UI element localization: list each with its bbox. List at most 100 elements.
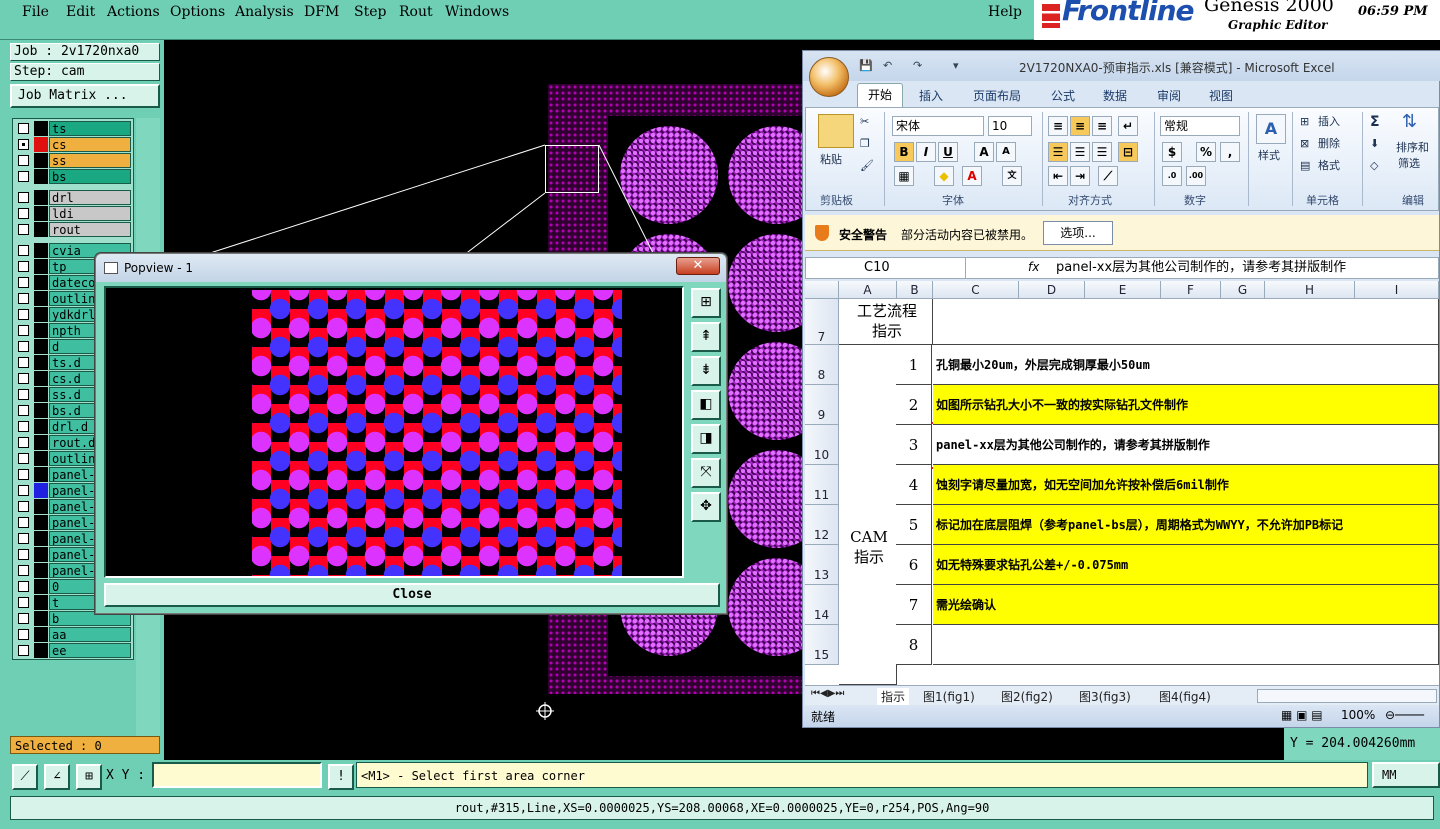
menu-edit[interactable]: Edit xyxy=(66,4,95,20)
qat-dropdown-icon[interactable]: ▾ xyxy=(953,59,969,73)
step-number-cell[interactable]: 2 xyxy=(896,385,932,425)
layer-checkbox[interactable] xyxy=(18,469,29,480)
layer-color-swatch[interactable] xyxy=(34,259,48,274)
popview-close-icon[interactable]: ✕ xyxy=(676,257,720,275)
layer-name[interactable]: ts xyxy=(49,121,131,136)
row-header[interactable]: 15 xyxy=(805,625,839,665)
delete-cells-button[interactable]: 删除 xyxy=(1318,134,1340,154)
layer-checkbox[interactable] xyxy=(18,123,29,134)
shrink-font-icon[interactable]: A xyxy=(996,142,1016,162)
layer-checkbox[interactable] xyxy=(18,581,29,592)
layer-color-swatch[interactable] xyxy=(34,291,48,306)
layer-row[interactable]: ts xyxy=(15,121,133,136)
select-all-corner[interactable] xyxy=(805,281,839,299)
menu-step[interactable]: Step xyxy=(354,4,386,20)
row-header[interactable]: 13 xyxy=(805,545,839,585)
layer-color-swatch[interactable] xyxy=(34,547,48,562)
column-header-g[interactable]: G xyxy=(1221,281,1265,299)
process-header-cell[interactable]: 工艺流程 指示 xyxy=(839,299,933,345)
instruction-cell[interactable]: 孔铜最小20um，外层完成铜厚最小50um xyxy=(933,345,1439,385)
zoom-page-down-icon[interactable]: ⇟ xyxy=(691,356,721,386)
layer-checkbox[interactable] xyxy=(18,309,29,320)
popview-titlebar[interactable]: Popview - 1 ✕ xyxy=(96,254,726,282)
layer-checkbox[interactable] xyxy=(18,171,29,182)
layer-color-swatch[interactable] xyxy=(34,611,48,626)
sort-filter-icon[interactable]: ⇅ xyxy=(1402,112,1417,132)
layer-checkbox[interactable] xyxy=(18,192,29,203)
sheet-tab-fig3[interactable]: 图3(fig3) xyxy=(1079,688,1131,705)
units-select[interactable]: MM xyxy=(1372,762,1440,788)
layer-checkbox[interactable] xyxy=(18,208,29,219)
layer-color-swatch[interactable] xyxy=(34,403,48,418)
alert-icon[interactable]: ! xyxy=(328,764,354,790)
undo-icon[interactable]: ↶ xyxy=(883,59,899,73)
layer-color-swatch[interactable] xyxy=(34,515,48,530)
layer-color-swatch[interactable] xyxy=(34,419,48,434)
sheet-tab-fig2[interactable]: 图2(fig2) xyxy=(1001,688,1053,705)
layer-checkbox[interactable] xyxy=(18,517,29,528)
step-number-cell[interactable]: 5 xyxy=(896,505,932,545)
layer-color-swatch[interactable] xyxy=(34,435,48,450)
layer-color-swatch[interactable] xyxy=(34,153,48,168)
fx-icon[interactable]: fx xyxy=(1028,260,1039,274)
tab-review[interactable]: 审阅 xyxy=(1157,87,1181,104)
instruction-cell[interactable] xyxy=(933,625,1439,665)
autosum-icon[interactable]: Σ xyxy=(1370,112,1380,132)
layer-row[interactable]: aa xyxy=(15,627,133,642)
align-middle-icon[interactable]: ≡ xyxy=(1070,116,1090,136)
row-header[interactable]: 14 xyxy=(805,585,839,625)
row-header[interactable]: 10 xyxy=(805,425,839,465)
menu-rout[interactable]: Rout xyxy=(399,4,433,20)
instruction-cell[interactable]: 需光绘确认 xyxy=(933,585,1439,625)
layer-color-swatch[interactable] xyxy=(34,499,48,514)
menu-options[interactable]: Options xyxy=(170,4,225,20)
view-mode-icon[interactable]: ▦ ▣ ▤ xyxy=(1281,708,1323,722)
cam-section-cell[interactable]: CAM 指示 xyxy=(839,345,897,685)
layer-row[interactable]: drl xyxy=(15,190,133,205)
layer-checkbox[interactable] xyxy=(18,549,29,560)
align-center-icon[interactable]: ☰ xyxy=(1070,142,1090,162)
layer-checkbox[interactable] xyxy=(18,613,29,624)
layer-color-swatch[interactable] xyxy=(34,531,48,546)
layer-color-swatch[interactable] xyxy=(34,371,48,386)
layer-checkbox[interactable] xyxy=(18,293,29,304)
tab-data[interactable]: 数据 xyxy=(1103,87,1127,104)
format-painter-icon[interactable]: 🖌 xyxy=(860,156,874,176)
sheet-tab-instructions[interactable]: 指示 xyxy=(877,688,910,705)
layer-checkbox[interactable] xyxy=(18,485,29,496)
layer-checkbox[interactable] xyxy=(18,139,29,150)
comma-icon[interactable]: , xyxy=(1220,142,1240,162)
grid-icon[interactable]: ⊞ xyxy=(76,764,102,790)
layer-color-swatch[interactable] xyxy=(34,307,48,322)
column-header-e[interactable]: E xyxy=(1085,281,1161,299)
column-header-i[interactable]: I xyxy=(1355,281,1439,299)
layer-color-swatch[interactable] xyxy=(34,627,48,642)
layer-color-swatch[interactable] xyxy=(34,190,48,205)
save-icon[interactable]: 💾 xyxy=(859,59,875,73)
fill-color-icon[interactable]: ◆ xyxy=(934,166,954,186)
zoom-slider[interactable]: ⊖──── xyxy=(1385,708,1424,722)
menu-dfm[interactable]: DFM xyxy=(304,4,339,20)
layer-name[interactable]: drl xyxy=(49,190,131,205)
excel-titlebar[interactable]: 💾 ↶ ↷ ▾ 2V1720NXA0-预审指示.xls [兼容模式] - Mic… xyxy=(803,51,1440,81)
layer-name[interactable]: aa xyxy=(49,627,131,642)
layer-checkbox[interactable] xyxy=(18,565,29,576)
sort-filter-label-2[interactable]: 筛选 xyxy=(1398,154,1420,174)
tab-page-layout[interactable]: 页面布局 xyxy=(973,87,1021,104)
layer-checkbox[interactable] xyxy=(18,325,29,336)
align-bottom-icon[interactable]: ≡ xyxy=(1092,116,1112,136)
layer-name[interactable]: ee xyxy=(49,643,131,658)
bold-icon[interactable]: B xyxy=(894,142,914,162)
layer-color-swatch[interactable] xyxy=(34,137,48,152)
xy-input[interactable] xyxy=(152,762,322,788)
step-number-cell[interactable]: 7 xyxy=(896,585,932,625)
align-left-icon[interactable]: ☰ xyxy=(1048,142,1068,162)
worksheet-grid[interactable]: A B C D E F G H I 7 工艺流程 指示 CAM 指示 8 1 孔铜最… xyxy=(805,281,1439,685)
column-header-d[interactable]: D xyxy=(1019,281,1085,299)
insert-cells-button[interactable]: 插入 xyxy=(1318,112,1340,132)
layer-checkbox[interactable] xyxy=(18,453,29,464)
increase-indent-icon[interactable]: ⇥ xyxy=(1070,166,1090,186)
layer-checkbox[interactable] xyxy=(18,629,29,640)
instruction-cell[interactable]: 标记加在底层阻焊（参考panel-bs层），周期格式为WWYY，不允许加PB标记 xyxy=(933,505,1439,545)
column-header-b[interactable]: B xyxy=(897,281,933,299)
